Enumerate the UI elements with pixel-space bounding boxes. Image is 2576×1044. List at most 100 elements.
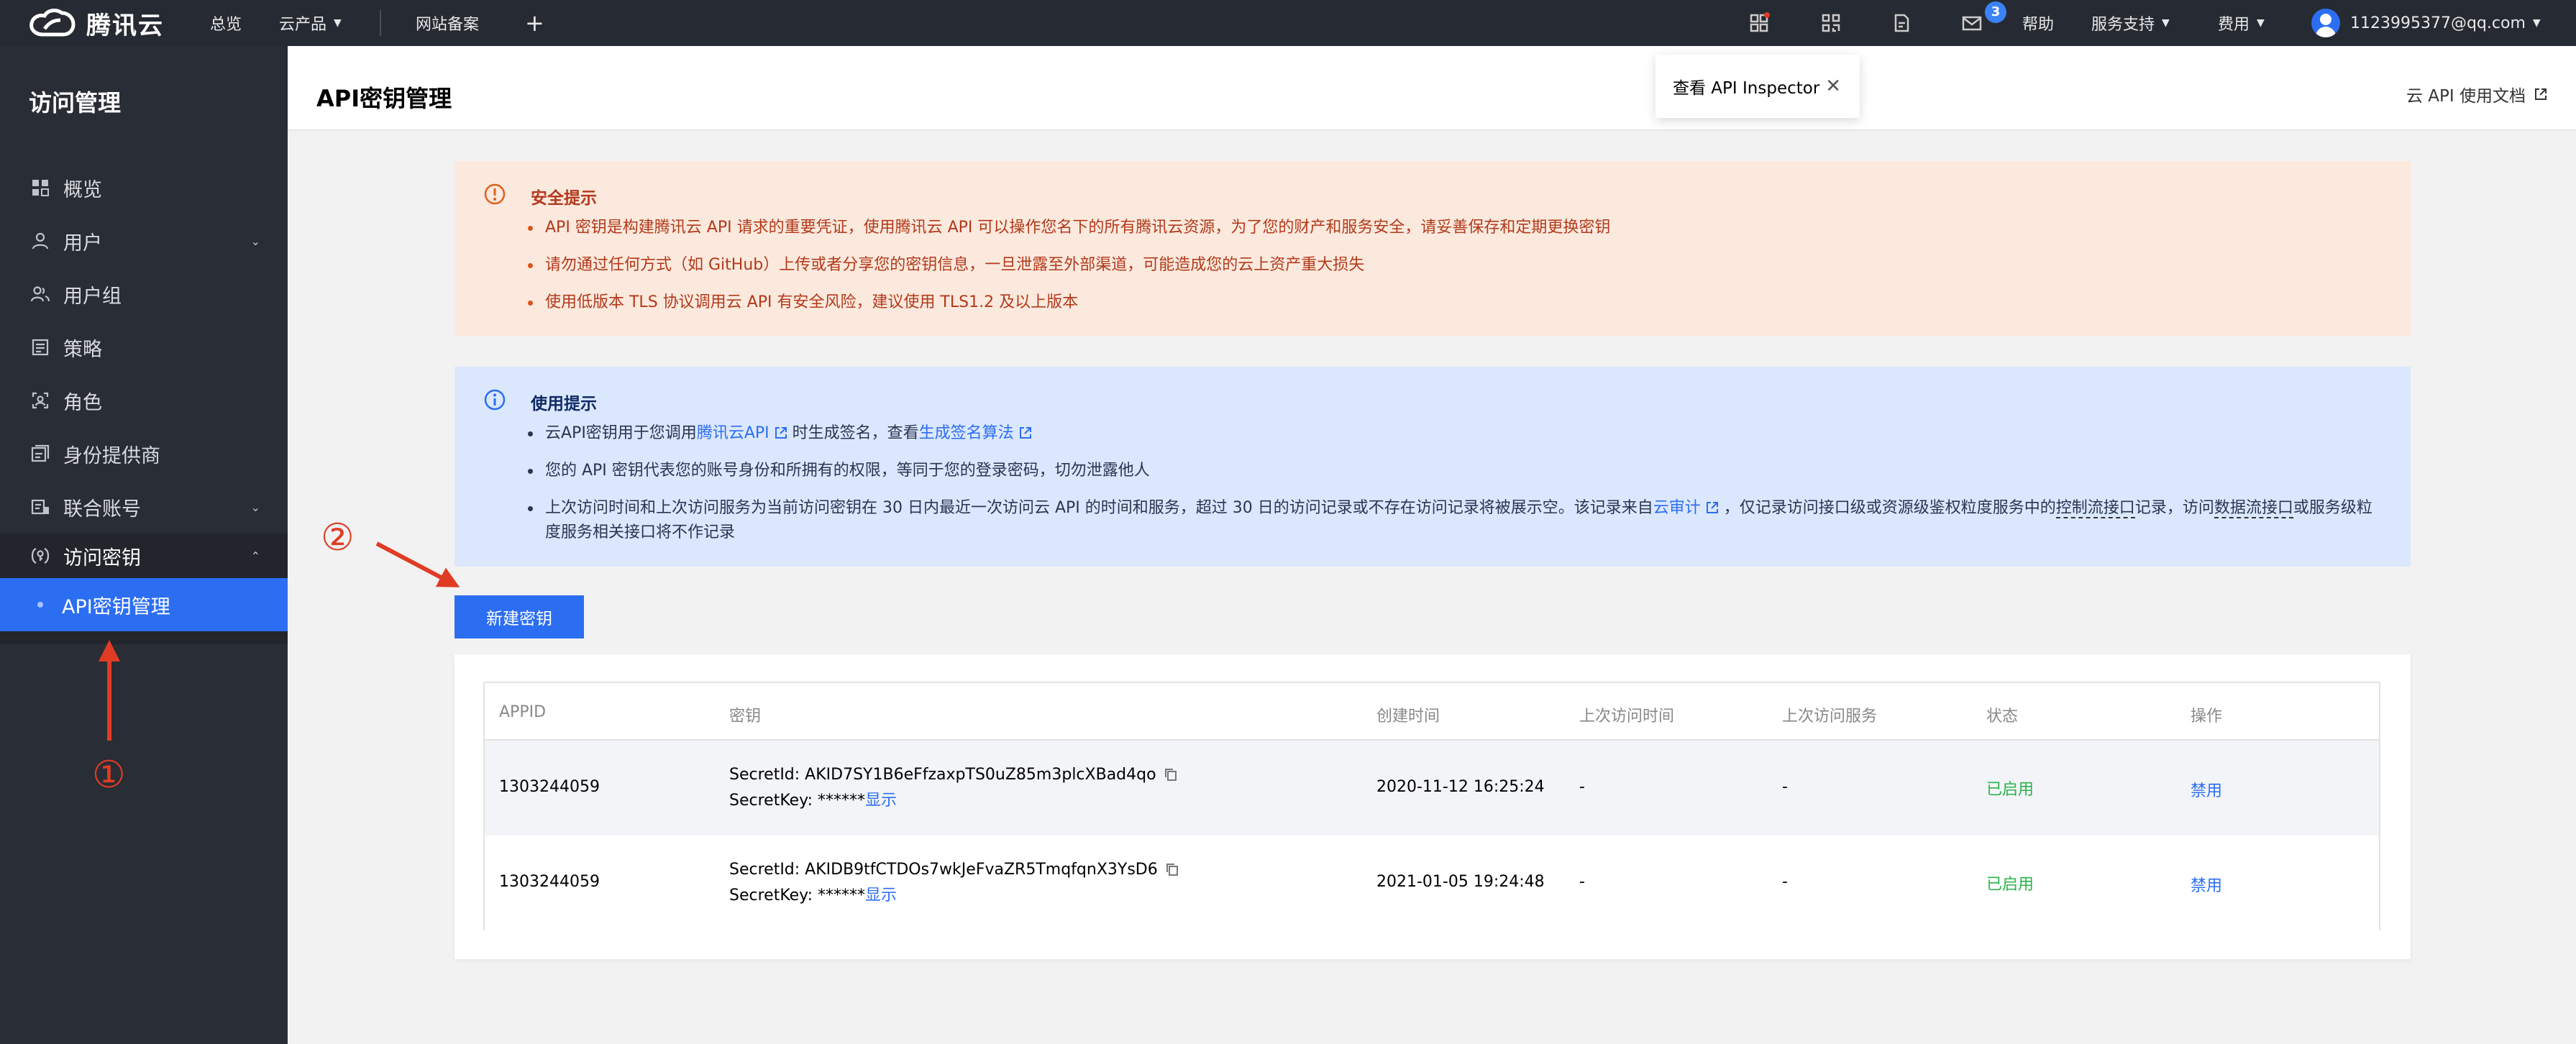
key-icon [29,544,52,567]
show-secret-link[interactable]: 显示 [865,887,897,905]
nav-support[interactable]: 服务支持 ▼ [2091,0,2170,46]
status-badge: 已启用 [1986,781,2034,799]
table-row: 1303244059 SecretId: AKIDB9tfCTDOs7wkJeF… [485,835,2379,930]
add-shortcut-button[interactable]: + [525,0,544,46]
warning-list: API 密钥是构建腾讯云 API 请求的重要凭证，使用腾讯云 API 可以操作您… [526,216,2382,328]
sidebar-item-identity-providers[interactable]: 身份提供商 [0,427,288,480]
info-icon [484,389,506,411]
warning-item: API 密钥是构建腾讯云 API 请求的重要凭证，使用腾讯云 API 可以操作您… [526,216,2382,240]
role-icon [29,389,52,412]
page-header: API密钥管理 云 API 使用文档 [288,46,2576,131]
info-item: 您的 API 密钥代表您的账号身份和所拥有的权限，等同于您的登录密码，切勿泄露他… [526,459,2382,483]
sidebar: 访问管理 概览 用户 ⌄ 用户组 策略 角色 身份提供商 联合账号 ⌄ 访问密钥… [0,46,288,1044]
col-key: 密钥 [729,708,762,725]
external-link-icon [1706,502,1718,513]
chevron-down-icon: ▼ [2257,17,2265,29]
sidebar-item-api-key-management[interactable]: API密钥管理 [0,578,288,631]
warning-title: 安全提示 [531,189,597,208]
sidebar-item-users[interactable]: 用户 ⌄ [0,214,288,267]
federation-icon [29,495,52,518]
nav-help[interactable]: 帮助 [2022,0,2054,46]
last-access-service-cell: - [1782,873,1788,891]
create-key-button[interactable]: 新建密钥 [455,595,584,638]
control-flow-api-tooltip[interactable]: 控制流接口 [2055,499,2135,518]
cloud-audit-link[interactable]: 云审计 [1653,499,1701,517]
policy-icon [29,336,52,359]
table-row: 1303244059 SecretId: AKID7SY1B6eFfzaxpTS… [485,741,2379,835]
qrcode-icon[interactable] [1818,10,1844,36]
nav-divider [380,10,381,36]
col-status: 状态 [1986,708,2019,725]
disable-key-button[interactable]: 禁用 [2191,778,2222,801]
key-cell: SecretId: AKIDB9tfCTDOs7wkJeFvaZR5Tmqfqn… [729,857,1179,909]
brand-name: 腾讯云 [86,11,164,40]
security-warning-alert: 安全提示 API 密钥是构建腾讯云 API 请求的重要凭证，使用腾讯云 API … [455,161,2411,336]
copy-icon[interactable] [1165,862,1179,876]
created-cell: 2021-01-05 19:24:48 [1376,873,1545,891]
chevron-down-icon: ▼ [2532,17,2541,29]
message-count-badge: 3 [1985,1,2006,23]
api-inspector-popover[interactable]: 查看 API Inspector ✕ [1655,55,1860,118]
close-icon[interactable]: ✕ [1825,75,1841,97]
tencent-cloud-logo[interactable]: 腾讯云 [27,4,164,42]
chevron-down-icon: ▼ [334,17,342,29]
copy-icon[interactable] [1164,767,1178,782]
page-title: API密钥管理 [316,85,452,112]
disable-key-button[interactable]: 禁用 [2191,873,2222,896]
nav-products[interactable]: 云产品 ▼ [279,0,342,46]
sidebar-item-access-keys[interactable]: 访问密钥 ⌃ [0,534,288,578]
table-header: APPID 密钥 创建时间 上次访问时间 上次访问服务 状态 操作 [485,683,2379,741]
signature-algorithm-link[interactable]: 生成签名算法 [919,424,1014,442]
info-list: 云API密钥用于您调用腾讯云API 时生成签名，查看生成签名算法 您的 API 密… [526,421,2382,558]
tencent-cloud-api-link[interactable]: 腾讯云API [697,424,769,442]
col-actions: 操作 [2191,708,2223,725]
account-menu[interactable]: 1123995377@qq.com ▼ [2350,0,2541,46]
annotation-step-two: ② [321,516,355,559]
api-doc-link[interactable]: 云 API 使用文档 [2406,82,2549,106]
nav-billing[interactable]: 费用 ▼ [2218,0,2265,46]
nav-overview[interactable]: 总览 [210,0,242,46]
status-badge: 已启用 [1986,876,2034,894]
warning-item: 使用低版本 TLS 协议调用云 API 有安全风险，建议使用 TLS1.2 及以… [526,290,2382,315]
sidebar-item-overview[interactable]: 概览 [0,161,288,214]
arrow-to-create-button [375,541,460,587]
sidebar-item-federated-accounts[interactable]: 联合账号 ⌄ [0,480,288,534]
annotation-step-one: ① [92,754,126,797]
sidebar-item-roles[interactable]: 角色 [0,374,288,427]
data-flow-api-tooltip[interactable]: 数据流接口 [2214,499,2293,518]
sidebar-title: 访问管理 [29,89,122,116]
info-item: 云API密钥用于您调用腾讯云API 时生成签名，查看生成签名算法 [526,421,2382,446]
mail-icon[interactable] [1959,10,1985,36]
user-icon [29,229,52,252]
last-access-service-cell: - [1782,778,1788,796]
warning-icon [484,183,506,205]
last-access-time-cell: - [1579,873,1585,891]
secret-id: SecretId: AKID7SY1B6eFfzaxpTS0uZ85m3plcX… [729,766,1156,784]
app-grid-icon[interactable] [1746,10,1772,36]
avatar[interactable] [2311,9,2340,37]
users-icon [29,283,52,306]
identity-icon [29,442,52,465]
usage-info-alert: 使用提示 云API密钥用于您调用腾讯云API 时生成签名，查看生成签名算法 您的 … [455,367,2411,567]
secret-id: SecretId: AKIDB9tfCTDOs7wkJeFvaZR5Tmqfqn… [729,861,1158,879]
col-last-access-service: 上次访问服务 [1782,708,1878,725]
external-link-icon [1019,427,1031,439]
sidebar-item-user-groups[interactable]: 用户组 [0,267,288,321]
grid-icon [29,176,52,199]
sidebar-group-footer [0,631,288,644]
appid-cell: 1303244059 [499,778,600,796]
sidebar-item-policies[interactable]: 策略 [0,321,288,374]
appid-cell: 1303244059 [499,873,600,891]
col-appid: APPID [499,703,547,721]
chevron-down-icon: ⌄ [250,500,260,514]
last-access-time-cell: - [1579,778,1585,796]
nav-icp-filing[interactable]: 网站备案 [416,0,479,46]
document-icon[interactable] [1888,10,1914,36]
cloud-logo-icon [29,9,76,37]
col-last-access-time: 上次访问时间 [1579,708,1675,725]
key-table: APPID 密钥 创建时间 上次访问时间 上次访问服务 状态 操作 130324… [483,682,2380,930]
chevron-down-icon: ⌄ [250,234,260,248]
created-cell: 2020-11-12 16:25:24 [1376,778,1545,796]
show-secret-link[interactable]: 显示 [865,792,897,810]
key-cell: SecretId: AKID7SY1B6eFfzaxpTS0uZ85m3plcX… [729,762,1178,814]
